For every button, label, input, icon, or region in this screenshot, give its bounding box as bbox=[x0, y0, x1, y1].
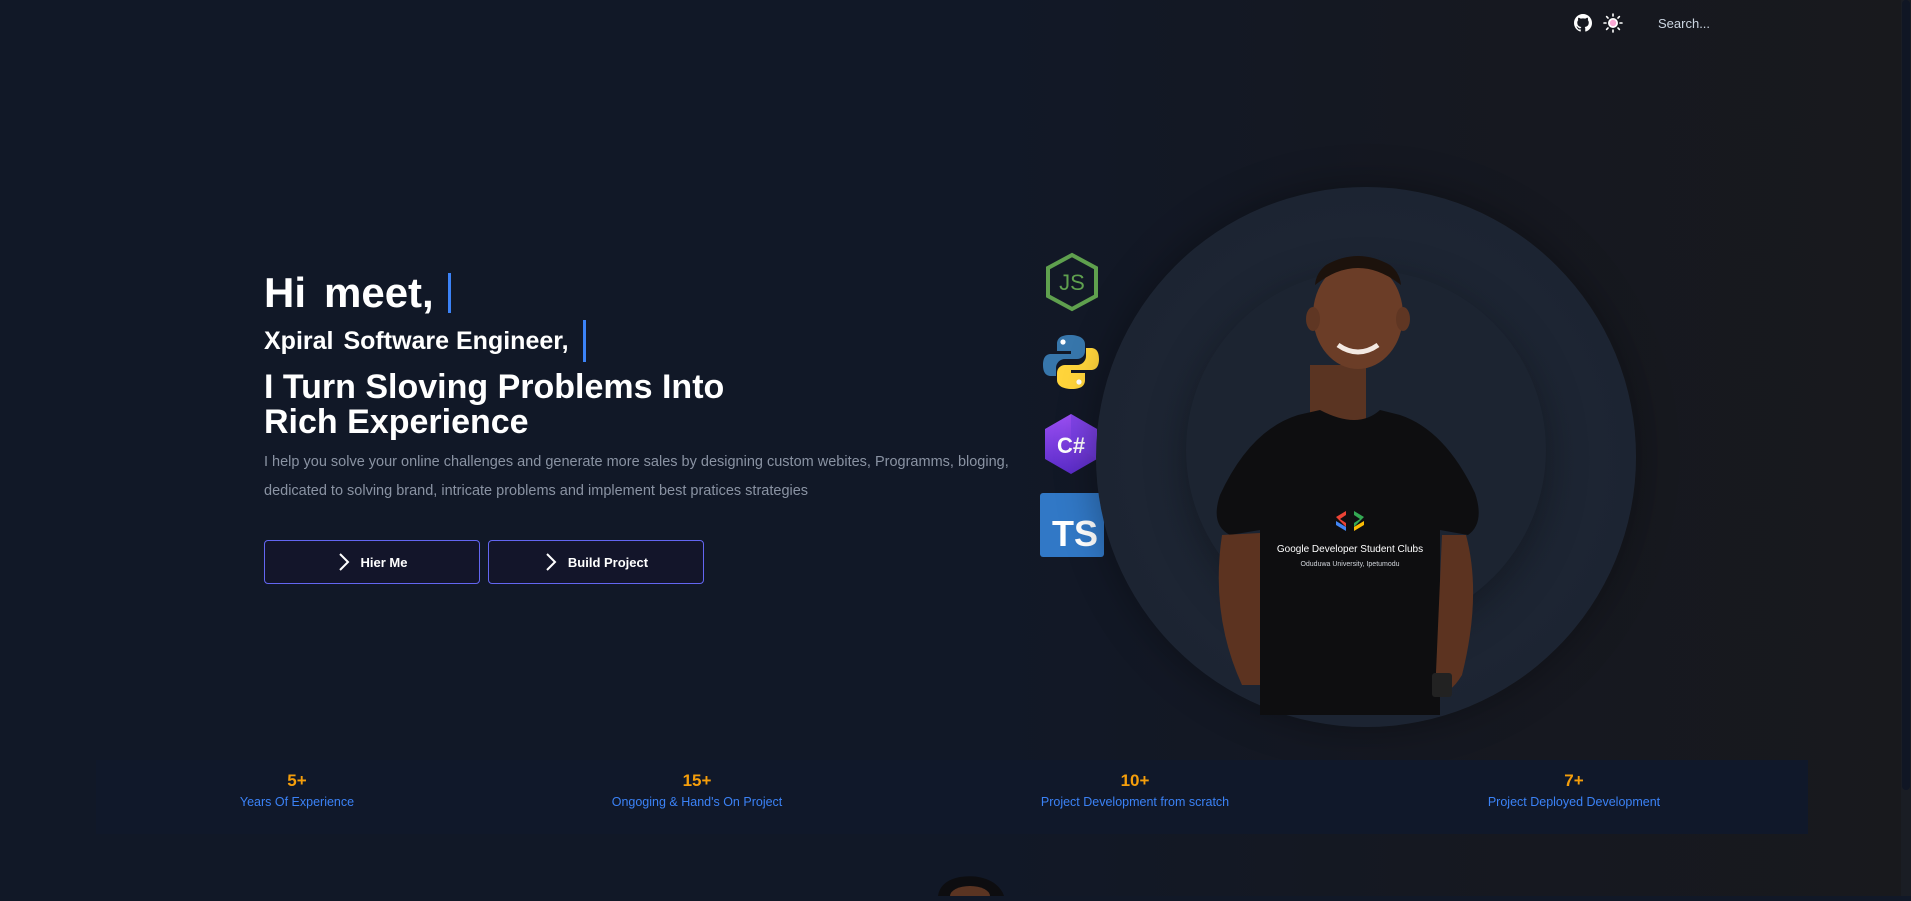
greeting-word: meet, bbox=[324, 269, 434, 316]
role-line: Xpiral Software Engineer, bbox=[264, 320, 1044, 362]
chevron-right-icon bbox=[338, 553, 349, 571]
stat-label: Years Of Experience bbox=[239, 795, 355, 809]
stat-item: 7+ Project Deployed Development bbox=[1488, 770, 1660, 811]
nodejs-icon: JS bbox=[1044, 252, 1100, 317]
stat-item: 5+ Years Of Experience bbox=[240, 770, 354, 811]
stat-value: 7+ bbox=[1564, 771, 1584, 790]
build-project-button[interactable]: Build Project bbox=[488, 540, 704, 584]
stat-value: 15+ bbox=[682, 771, 712, 790]
headline-line: Rich Experience bbox=[264, 403, 529, 441]
svg-text:C#: C# bbox=[1057, 433, 1085, 458]
greeting-word: Hi bbox=[264, 269, 306, 316]
stat-label: Project Development from scratch bbox=[1040, 795, 1230, 809]
csharp-icon: C# bbox=[1042, 412, 1100, 481]
top-bar bbox=[1570, 10, 1810, 36]
scrollbar-thumb[interactable] bbox=[1902, 0, 1910, 790]
sun-icon[interactable] bbox=[1600, 10, 1626, 36]
svg-text:Google Developer Student Clubs: Google Developer Student Clubs bbox=[1277, 544, 1423, 555]
headline-line: I Turn Sloving Problems Into bbox=[264, 368, 725, 406]
stat-value: 10+ bbox=[1120, 771, 1150, 790]
hero-description: I help you solve your online challenges … bbox=[264, 454, 1009, 499]
scrollbar[interactable] bbox=[1901, 0, 1911, 896]
next-section-avatar bbox=[930, 875, 1010, 901]
build-project-label: Build Project bbox=[567, 554, 649, 570]
svg-text:JS: JS bbox=[1059, 270, 1085, 295]
profile-photo: Google Developer Student Clubs Oduduwa U… bbox=[1200, 255, 1480, 725]
typescript-label: TS bbox=[1040, 493, 1104, 557]
hero-buttons: Hier Me Build Project bbox=[264, 540, 704, 584]
hire-me-button[interactable]: Hier Me bbox=[264, 540, 480, 584]
stat-item: 10+ Project Development from scratch bbox=[1041, 770, 1229, 811]
hero-section: Hi meet, Xpiral Software Engineer, I Tur… bbox=[264, 268, 1044, 506]
search-input[interactable] bbox=[1656, 10, 1810, 36]
greeting-line: Hi meet, bbox=[264, 268, 1044, 318]
svg-text:Oduduwa University, Ipetumodu: Oduduwa University, Ipetumodu bbox=[1300, 561, 1399, 568]
stat-value: 5+ bbox=[287, 771, 307, 790]
stats-bar: 5+ Years Of Experience 15+ Ongoging & Ha… bbox=[96, 760, 1808, 834]
typescript-icon: TS bbox=[1040, 493, 1104, 557]
python-icon bbox=[1042, 333, 1100, 396]
page-title: I Turn Sloving Problems Into Rich Experi… bbox=[264, 370, 764, 440]
typing-cursor bbox=[447, 273, 451, 313]
role-name: Xpiral bbox=[264, 326, 334, 355]
hire-me-label: Hier Me bbox=[360, 554, 408, 570]
stat-item: 15+ Ongoging & Hand's On Project bbox=[612, 770, 783, 811]
stat-label: Ongoging & Hand's On Project bbox=[611, 795, 783, 809]
chevron-right-icon bbox=[546, 553, 557, 571]
typing-cursor bbox=[582, 320, 586, 362]
role-title: Software Engineer, bbox=[343, 326, 569, 355]
github-icon[interactable] bbox=[1570, 10, 1596, 36]
stat-label: Project Deployed Development bbox=[1487, 795, 1661, 809]
